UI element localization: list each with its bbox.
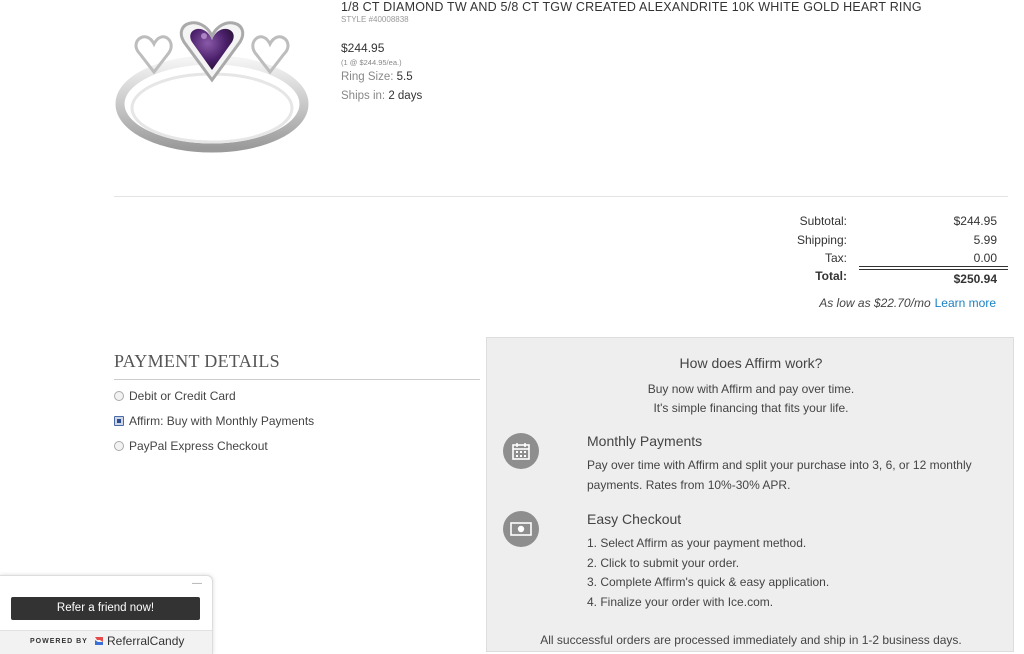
affirm-info-panel: How does Affirm work? Buy now with Affir… [486, 337, 1014, 652]
total-value: $250.94 [953, 272, 997, 286]
ring-size-label: Ring Size: [341, 71, 394, 83]
easy-checkout-heading: Easy Checkout [587, 511, 682, 527]
monthly-payments-text: Pay over time with Affirm and split your… [587, 458, 972, 492]
refer-friend-button[interactable]: Refer a friend now! [11, 597, 200, 620]
radio-affirm[interactable] [114, 416, 124, 426]
payment-option-card[interactable]: Debit or Credit Card [114, 389, 236, 403]
product-title[interactable]: 1/8 CT DIAMOND TW AND 5/8 CT TGW CREATED… [341, 0, 922, 14]
referralcandy-logo[interactable]: ReferralCandy [93, 634, 184, 648]
ships-in: Ships in: 2 days [341, 90, 422, 102]
learn-more-link[interactable]: Learn more [935, 296, 996, 310]
payment-option-label: Affirm: Buy with Monthly Payments [129, 414, 315, 428]
step-item: 4. Finalize your order with Ice.com. [587, 594, 774, 609]
referral-footer: POWERED BY ReferralCandy [0, 630, 212, 654]
referral-widget: — Refer a friend now! POWERED BY Referra… [0, 575, 213, 654]
tax-label: Tax: [824, 251, 847, 265]
step-item: 1. Select Affirm as your payment method. [587, 536, 807, 550]
payment-details-title: PAYMENT DETAILS [114, 351, 280, 371]
referralcandy-brand: ReferralCandy [107, 634, 185, 648]
minimize-button[interactable]: — [192, 578, 202, 589]
radio-card[interactable] [114, 391, 124, 401]
shipping-label: Shipping: [796, 233, 847, 247]
radio-paypal[interactable] [114, 441, 124, 451]
affirm-subtitle-2: It's simple financing that fits your lif… [653, 401, 849, 415]
easy-checkout-steps: 1. Select Affirm as your payment method.… [587, 534, 987, 612]
powered-by-label: POWERED BY [30, 638, 88, 645]
ships-in-label: Ships in: [341, 90, 386, 102]
affirm-subtitle-1: Buy now with Affirm and pay over time. [647, 382, 855, 396]
affirm-footer-note: All successful orders are processed imme… [540, 633, 962, 647]
step-item: 2. Click to submit your order. [587, 555, 740, 570]
payment-title-rule [114, 379, 480, 380]
step-item: 3. Complete Affirm's quick & easy applic… [587, 575, 830, 589]
affirm-as-low-as: As low as $22.70/mo Learn more [819, 296, 996, 310]
as-low-as-text: As low as $22.70/mo [819, 296, 931, 310]
payment-option-label: Debit or Credit Card [129, 389, 236, 403]
ring-size: Ring Size: 5.5 [341, 71, 413, 83]
tax-value: 0.00 [973, 251, 997, 265]
subtotal-label: Subtotal: [799, 214, 847, 228]
product-unit-price: (1 @ $244.95/ea.) [341, 58, 402, 67]
product-price: $244.95 [341, 41, 385, 55]
product-style-number: STYLE #40008838 [341, 15, 409, 24]
payment-option-affirm[interactable]: Affirm: Buy with Monthly Payments [114, 414, 314, 428]
referralcandy-logo-icon [95, 637, 103, 645]
money-bill-icon [503, 511, 539, 547]
calendar-icon [503, 433, 539, 469]
monthly-payments-heading: Monthly Payments [587, 433, 703, 449]
payment-option-paypal[interactable]: PayPal Express Checkout [114, 439, 268, 453]
ring-size-value: 5.5 [396, 71, 413, 83]
product-image[interactable] [112, 12, 312, 157]
total-divider [859, 266, 1008, 270]
ships-in-value: 2 days [388, 90, 423, 102]
shipping-value: 5.99 [973, 233, 997, 247]
affirm-panel-title: How does Affirm work? [679, 355, 823, 371]
section-divider [114, 196, 1008, 197]
total-label: Total: [815, 269, 847, 283]
payment-option-label: PayPal Express Checkout [129, 439, 268, 453]
subtotal-value: $244.95 [953, 214, 997, 228]
